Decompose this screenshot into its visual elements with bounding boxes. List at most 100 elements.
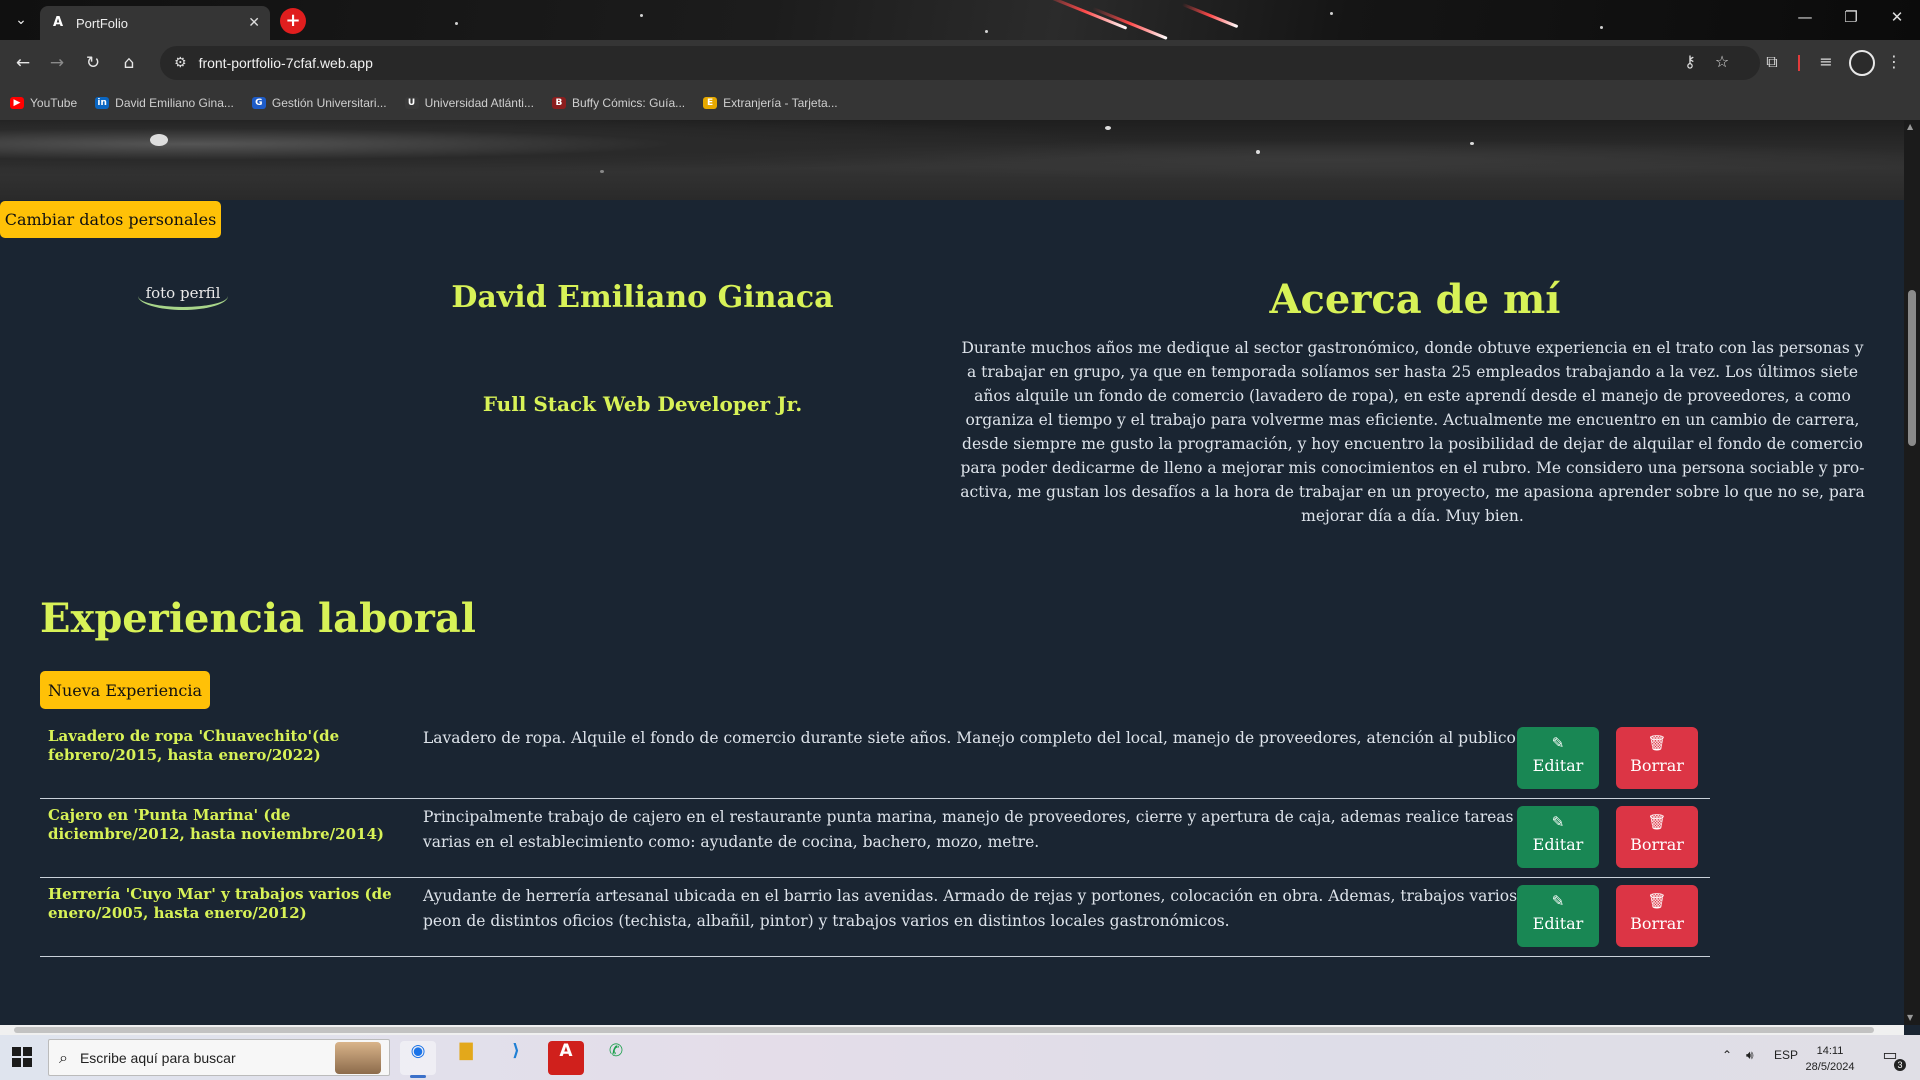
volume-icon[interactable]: 🔊︎	[1746, 1048, 1754, 1063]
bookmark-gestion-universitaria[interactable]: G Gestión Universitari...	[251, 96, 387, 110]
extensions-icon[interactable]: ⧉	[1760, 52, 1784, 72]
acrobat-icon[interactable]: A	[548, 1041, 584, 1075]
bookmark-label: YouTube	[30, 96, 78, 110]
new-tab-button[interactable]: +	[280, 8, 306, 34]
windows-start-icon[interactable]	[12, 1047, 32, 1067]
vertical-scrollbar[interactable]: ▲ ▼	[1904, 120, 1920, 1025]
banner-speck	[1256, 150, 1260, 154]
windows-taskbar: ⌕ Escribe aquí para buscar ◉ ▇ ⟩ A ✆ ⌃ 🔊…	[0, 1035, 1920, 1080]
bookmark-linkedin[interactable]: in David Emiliano Gina...	[95, 96, 234, 110]
edit-label: Editar	[1532, 914, 1584, 933]
experience-title-cell: Herrería 'Cuyo Mar' y trabajos varios (d…	[48, 885, 392, 922]
profile-avatar[interactable]	[1849, 50, 1875, 76]
reload-icon[interactable]: ↻	[80, 50, 106, 76]
scroll-down-icon[interactable]: ▼	[1907, 1013, 1913, 1022]
scrollbar-thumb[interactable]	[14, 1027, 1874, 1033]
pencil-icon: ✎	[1551, 813, 1565, 831]
notification-icon[interactable]: ▭ 3	[1878, 1045, 1906, 1071]
forward-icon[interactable]: →	[44, 50, 70, 76]
delete-button[interactable]: 🗑 Borrar	[1616, 806, 1698, 868]
browser-menu-icon[interactable]: ⋮	[1882, 52, 1906, 71]
pencil-icon: ✎	[1551, 734, 1565, 752]
browser-toolbar: ← → ↻ ⌂ ⚙ front-portfolio-7cfaf.web.app …	[0, 40, 1920, 86]
tray-chevron-icon[interactable]: ⌃	[1722, 1048, 1732, 1062]
background-star	[1330, 12, 1333, 15]
edit-label: Editar	[1532, 835, 1584, 854]
profile-name: David Emiliano Ginaca	[451, 280, 834, 315]
bookmark-universidad-atlantico[interactable]: U Universidad Atlánti...	[404, 96, 534, 110]
toolbar-divider	[1798, 55, 1800, 71]
password-key-icon[interactable]: ⚷	[1678, 52, 1702, 71]
search-highlight-image	[335, 1042, 381, 1074]
taskbar-search-box[interactable]: ⌕ Escribe aquí para buscar	[48, 1039, 390, 1076]
banner-speck	[600, 170, 604, 173]
bookmark-buffy-comics[interactable]: B Buffy Cómics: Guía...	[551, 96, 685, 110]
whatsapp-icon[interactable]: ✆	[598, 1041, 634, 1075]
notification-count: 3	[1894, 1059, 1906, 1071]
vscode-icon[interactable]: ⟩	[498, 1041, 534, 1075]
background-streak	[1092, 7, 1168, 40]
change-personal-data-button[interactable]: Cambiar datos personales	[0, 201, 221, 238]
experience-title-cell: Cajero en 'Punta Marina' (de diciembre/2…	[48, 806, 384, 843]
bookmark-label: Extranjería - Tarjeta...	[723, 96, 838, 110]
close-window-icon[interactable]: ✕	[1874, 8, 1920, 26]
restore-icon[interactable]: ❐	[1828, 8, 1874, 26]
experience-title-cell: Lavadero de ropa 'Chuavechito'(de febrer…	[48, 727, 340, 764]
chrome-app-icon[interactable]: ◉	[400, 1041, 436, 1078]
edit-button[interactable]: ✎ Editar	[1517, 806, 1599, 868]
experience-title: Experiencia laboral	[40, 595, 476, 642]
minimize-icon[interactable]: —	[1782, 8, 1828, 26]
angular-favicon-icon: A	[52, 15, 64, 30]
background-star	[985, 30, 988, 33]
banner-speck	[1105, 126, 1111, 130]
edit-button[interactable]: ✎ Editar	[1517, 885, 1599, 947]
university-icon: G	[251, 97, 266, 109]
new-experience-button[interactable]: Nueva Experiencia	[40, 671, 210, 709]
bookmark-label: Universidad Atlánti...	[424, 96, 534, 110]
back-icon[interactable]: ←	[10, 50, 36, 76]
delete-button[interactable]: 🗑 Borrar	[1616, 885, 1698, 947]
bookmark-label: Gestión Universitari...	[271, 96, 387, 110]
experience-row: Cajero en 'Punta Marina' (de diciembre/2…	[40, 799, 1710, 878]
university-icon: U	[404, 97, 419, 109]
browser-tab[interactable]: A PortFolio ✕	[40, 6, 270, 40]
tab-title: PortFolio	[76, 15, 129, 31]
address-bar[interactable]: ⚙ front-portfolio-7cfaf.web.app	[160, 46, 1760, 80]
about-text: Durante muchos años me dedique al sector…	[960, 339, 1865, 525]
browser-tab-strip: ⌄ A PortFolio ✕ + — ❐ ✕	[0, 0, 1920, 40]
background-star	[1600, 26, 1603, 29]
media-control-icon[interactable]: ≡	[1814, 52, 1838, 71]
tab-search-chevron-icon[interactable]: ⌄	[10, 9, 32, 31]
bookmark-star-icon[interactable]: ☆	[1710, 52, 1734, 71]
experience-description-cell: Principalmente trabajo de cajero en el r…	[423, 808, 1514, 851]
clock[interactable]: 14:11 28/5/2024	[1790, 1043, 1870, 1075]
experience-table: Lavadero de ropa 'Chuavechito'(de febrer…	[40, 720, 1710, 957]
file-explorer-icon[interactable]: ▇	[448, 1041, 484, 1075]
edit-button[interactable]: ✎ Editar	[1517, 727, 1599, 789]
delete-label: Borrar	[1630, 835, 1684, 854]
home-icon[interactable]: ⌂	[116, 50, 142, 76]
horizontal-scrollbar[interactable]	[0, 1025, 1904, 1035]
about-title: Acerca de mí	[1269, 276, 1561, 323]
profile-role: Full Stack Web Developer Jr.	[482, 392, 803, 416]
delete-button[interactable]: 🗑 Borrar	[1616, 727, 1698, 789]
buffy-icon: B	[551, 97, 566, 109]
scroll-up-icon[interactable]: ▲	[1907, 122, 1913, 131]
url-text: front-portfolio-7cfaf.web.app	[198, 55, 373, 71]
banner-speck	[1470, 142, 1474, 145]
bookmark-youtube[interactable]: ▶ YouTube	[10, 96, 77, 110]
background-streak	[1181, 2, 1239, 29]
profile-photo: foto perfil	[138, 282, 228, 310]
clock-time: 14:11	[1816, 1045, 1844, 1057]
search-icon: ⌕	[59, 1047, 68, 1067]
header-banner-image	[0, 120, 1904, 200]
bookmark-extranjeria[interactable]: E Extranjería - Tarjeta...	[703, 96, 838, 110]
site-settings-icon[interactable]: ⚙	[174, 55, 187, 71]
trash-icon: 🗑	[1647, 734, 1667, 752]
experience-row: Herrería 'Cuyo Mar' y trabajos varios (d…	[40, 878, 1710, 957]
bookmark-label: David Emiliano Gina...	[115, 96, 234, 110]
close-tab-icon[interactable]: ✕	[248, 15, 260, 31]
background-star	[455, 22, 458, 25]
scrollbar-thumb[interactable]	[1908, 290, 1916, 446]
page-viewport: Cambiar datos personales foto perfil Dav…	[0, 120, 1904, 1025]
